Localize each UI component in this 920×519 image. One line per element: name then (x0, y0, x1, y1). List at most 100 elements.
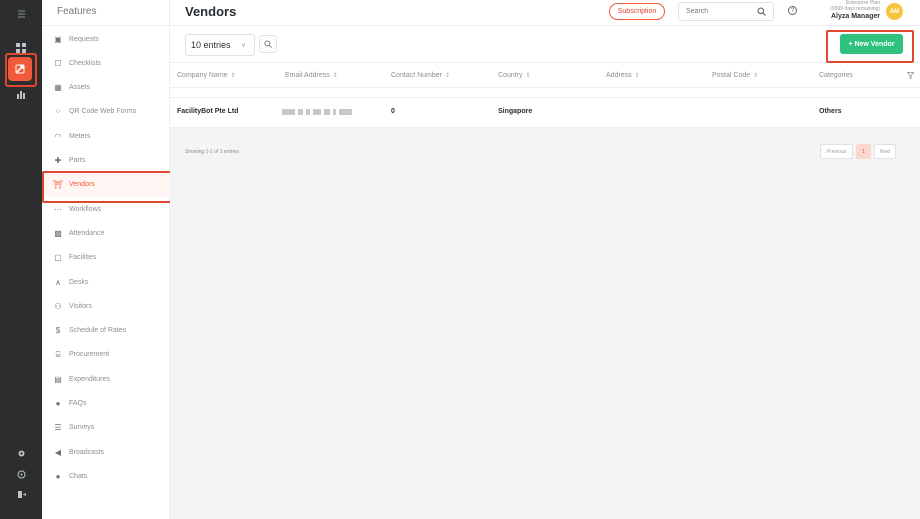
column-header-label: Address (606, 72, 632, 79)
desks-icon: ∧ (55, 277, 61, 287)
meter-icon: ◠ (54, 131, 62, 141)
sort-icon[interactable]: ⇕ (635, 73, 640, 79)
cell-country: Singapore (498, 108, 533, 115)
column-header-label: Email Address (285, 72, 330, 79)
sort-icon[interactable]: ⇕ (526, 73, 531, 79)
faq-icon: ● (55, 399, 61, 408)
column-header-categories[interactable]: Categories (819, 72, 853, 79)
sidebar-item-expenditures[interactable]: ▤ Expenditures (42, 367, 170, 391)
sidebar-item-schedule-of-rates[interactable]: $ Schedule of Rates (42, 319, 170, 343)
sidebar-item-label: Workflows (69, 205, 102, 213)
sidebar-item-visitors[interactable]: ⚇ Visitors (42, 294, 170, 318)
sidebar-item-label: Facilities (69, 254, 97, 262)
table-header: Company Name ⇕ Email Address ⇕ Contact Numbe… (170, 62, 920, 88)
assets-icon: ▦ (54, 83, 62, 93)
column-header-company-name[interactable]: Company Name ⇕ (177, 72, 236, 79)
column-header-contact-number[interactable]: Contact Number ⇕ (391, 72, 450, 79)
column-header-label: Country (498, 72, 523, 79)
sidebar-item-label: Assets (69, 84, 91, 92)
sidebar-item-procurement[interactable]: ⌸ Procurement (42, 343, 170, 367)
sidebar-item-label: Attendance (69, 229, 105, 237)
search-icon (264, 40, 272, 48)
sidebar-item-label: Procurement (69, 351, 110, 359)
chat-icon: ● (55, 471, 61, 481)
sidebar-item-surveys[interactable]: ☰ Surveys (42, 416, 170, 440)
column-header-email-address[interactable]: Email Address ⇕ (285, 72, 338, 79)
user-name[interactable]: Alyza Manager (810, 12, 880, 21)
table-row[interactable]: FacilityBot Pte Ltd 0 Singapore Others (170, 98, 920, 128)
sidebar-item-parts[interactable]: ✚ Parts (42, 149, 170, 173)
reports-icon[interactable] (0, 82, 42, 106)
column-header-label: Postal Code (712, 72, 751, 79)
logout-icon[interactable] (0, 482, 42, 506)
sidebar-item-qr-code-web-forms[interactable]: ⁘ QR Code Web Forms (42, 100, 170, 124)
subscription-button[interactable]: Subscription (609, 3, 665, 20)
previous-button[interactable]: Previous (820, 144, 853, 159)
main-content: 10 entries ∨ + New Vendor Company Name ⇕ E… (170, 26, 920, 519)
facilities-icon: ▢ (54, 253, 62, 263)
surveys-icon: ☰ (54, 423, 62, 433)
procurement-icon: ⌸ (55, 349, 61, 359)
sidebar-item-desks[interactable]: ∧ Desks (42, 270, 170, 294)
top-header: Vendors Subscription ? Enterprise Plan (… (170, 0, 920, 26)
requests-icon: ▣ (54, 34, 62, 44)
cell-contact: 0 (391, 108, 395, 115)
chevron-down-icon: ∨ (240, 42, 246, 49)
sidebar-item-requests[interactable]: ▣ Requests (42, 27, 170, 51)
pagination: Previous 1 Next (820, 144, 896, 159)
sort-icon[interactable]: ⇕ (231, 73, 236, 79)
column-header-postal-code[interactable]: Postal Code ⇕ (712, 72, 758, 79)
sidebar-item-checklists[interactable]: ☐ Checklists (42, 51, 170, 75)
divider (42, 25, 170, 26)
sort-icon[interactable]: ⇕ (333, 73, 338, 79)
sort-icon[interactable]: ⇕ (445, 73, 450, 79)
cell-company: FacilityBot Pte Ltd (177, 108, 239, 115)
page-title: Vendors (185, 4, 237, 19)
sidebar-item-label: FAQs (69, 400, 87, 407)
sidebar-item-label: Requests (69, 35, 99, 43)
table-info: Showing 1-1 of 1 entries (185, 149, 239, 155)
visitors-icon: ⚇ (54, 301, 62, 311)
sidebar-item-label: Chats (69, 472, 88, 480)
sidebar-item-meters[interactable]: ◠ Meters (42, 124, 170, 148)
sidebar-item-label: Expenditures (69, 375, 110, 383)
broadcast-icon: ◀ (54, 447, 62, 457)
workflow-icon: ⋯ (54, 204, 62, 214)
cell-categories: Others (819, 108, 842, 115)
avatar[interactable]: AM (886, 3, 903, 20)
column-header-label: Contact Number (391, 72, 442, 79)
parts-icon: ✚ (54, 156, 62, 165)
question-icon[interactable]: ? (788, 6, 797, 15)
sidebar-item-facilities[interactable]: ▢ Facilities (42, 246, 170, 270)
sidebar-item-chats[interactable]: ● Chats (42, 464, 170, 488)
expenditures-icon: ▤ (54, 374, 62, 384)
table-search-button[interactable] (259, 35, 277, 53)
column-header-country[interactable]: Country ⇕ (498, 72, 531, 79)
table-toolbar: 10 entries ∨ + New Vendor (170, 26, 920, 62)
column-header-label: Categories (819, 72, 853, 79)
next-button[interactable]: Next (874, 144, 896, 159)
checklist-icon: ☐ (54, 58, 62, 68)
sidebar-item-label: Meters (69, 132, 91, 140)
page-1-button[interactable]: 1 (856, 144, 871, 159)
sort-icon[interactable]: ⇕ (753, 73, 758, 79)
sidebar-item-faqs[interactable]: ● FAQs (42, 392, 170, 416)
sidebar-item-label: QR Code Web Forms (69, 108, 137, 116)
column-header-label: Company Name (177, 72, 228, 79)
sidebar-item-assets[interactable]: ▦ Assets (42, 76, 170, 100)
sidebar-item-broadcasts[interactable]: ◀ Broadcasts (42, 440, 170, 464)
column-header-address[interactable]: Address ⇕ (606, 72, 640, 79)
collapse-icon[interactable] (0, 2, 42, 26)
features-sidebar: Features ▣ Requests ☐ Checklists ▦ Assets ⁘ QR … (42, 0, 170, 519)
search-icon[interactable] (755, 5, 767, 17)
plan-info: Enterprise Plan (9999 days remaining) Al… (810, 0, 880, 21)
sidebar-item-attendance[interactable]: ▩ Attendance (42, 221, 170, 245)
filter-icon[interactable] (906, 72, 915, 81)
dollar-icon: $ (55, 326, 61, 336)
entries-select[interactable]: 10 entries ∨ (185, 34, 255, 56)
sidebar-item-label: Surveys (69, 424, 95, 432)
qr-code-icon: ⁘ (54, 107, 62, 117)
entries-value: 10 entries (191, 40, 231, 50)
sidebar-item-label: Visitors (69, 302, 92, 310)
sidebar-item-label: Schedule of Rates (69, 327, 127, 335)
